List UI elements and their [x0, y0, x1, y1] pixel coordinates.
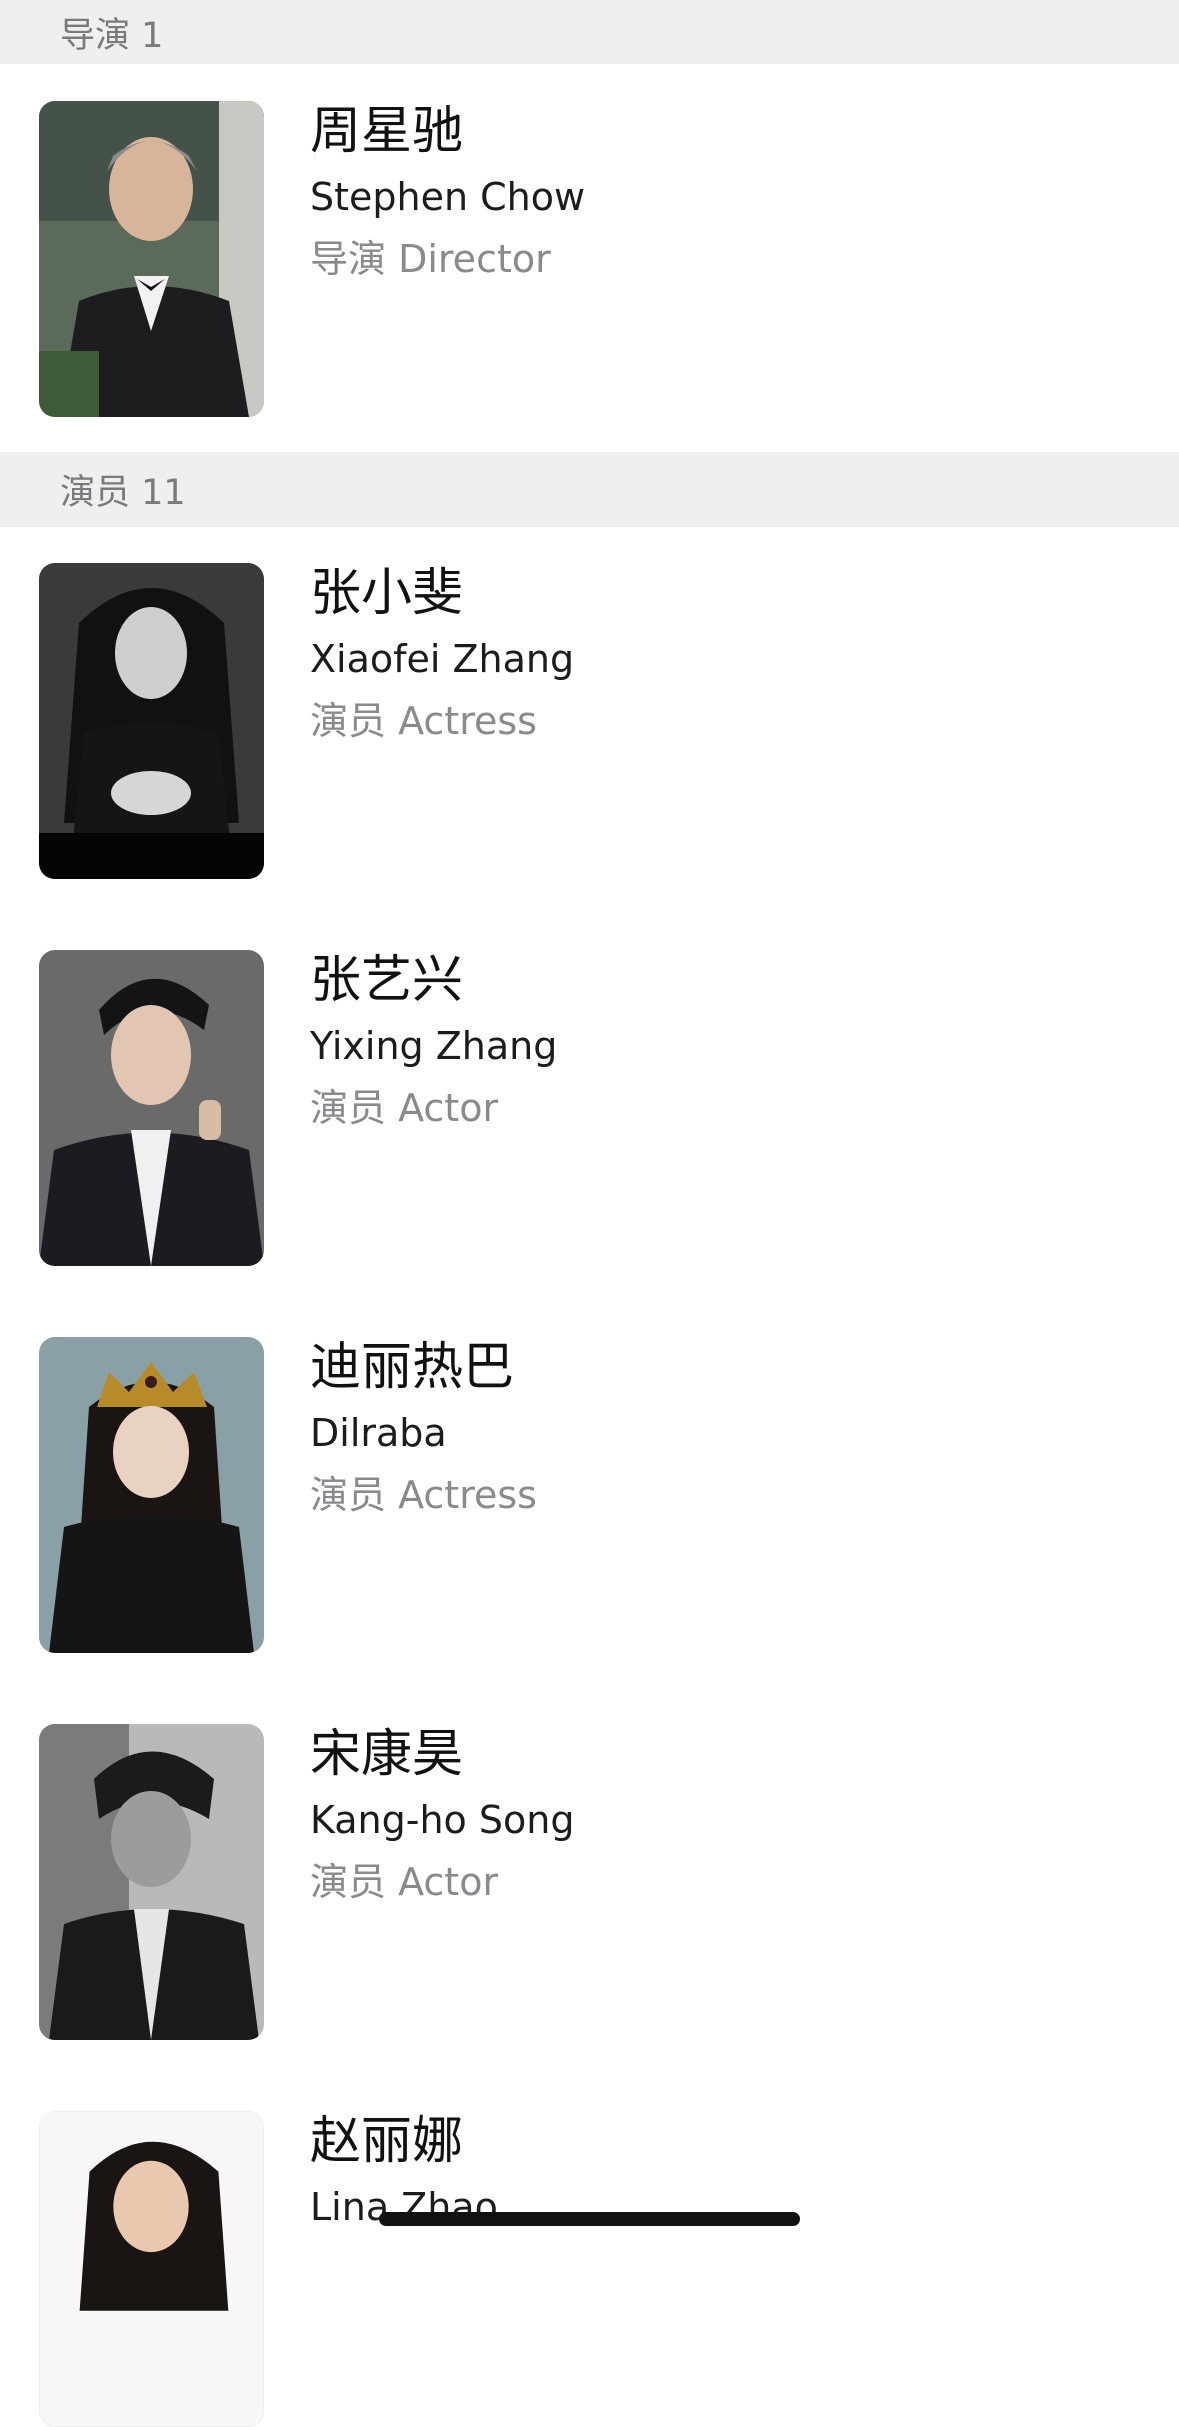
- section-header-label: 演员 11: [60, 473, 186, 513]
- person-role: 演员 Actress: [310, 1473, 537, 1517]
- cast-list-item[interactable]: 张艺兴 Yixing Zhang 演员 Actor: [0, 950, 1179, 1266]
- person-name-cn: 张小斐: [310, 564, 464, 623]
- person-photo: [39, 563, 264, 879]
- cast-list-item[interactable]: 宋康昊 Kang-ho Song 演员 Actor: [0, 1724, 1179, 2040]
- cast-list-item[interactable]: 迪丽热巴 Dilraba 演员 Actress: [0, 1337, 1179, 1653]
- person-name-en: Stephen Chow: [310, 175, 586, 219]
- person-name-cn: 赵丽娜: [310, 2112, 464, 2171]
- person-name-en: Xiaofei Zhang: [310, 637, 575, 681]
- person-name-cn: 迪丽热巴: [310, 1338, 515, 1397]
- person-name-cn: 宋康昊: [310, 1725, 464, 1784]
- home-indicator[interactable]: [379, 2212, 800, 2226]
- person-name-en: Kang-ho Song: [310, 1798, 575, 1842]
- person-name-en: Yixing Zhang: [310, 1024, 558, 1068]
- person-photo: [39, 1337, 264, 1653]
- person-photo: [39, 950, 264, 1266]
- person-name-cn: 周星驰: [310, 102, 464, 161]
- person-name-cn: 张艺兴: [310, 951, 464, 1010]
- section-header-label: 导演 1: [60, 15, 164, 56]
- section-header-cast: 演员 11: [0, 452, 1179, 527]
- cast-list-item[interactable]: 张小斐 Xiaofei Zhang 演员 Actress: [0, 563, 1179, 879]
- person-role: 演员 Actress: [310, 699, 537, 743]
- person-photo: [39, 101, 264, 417]
- person-role: 演员 Actor: [310, 1086, 499, 1130]
- person-role: 导演 Director: [310, 237, 551, 281]
- person-name-en: Dilraba: [310, 1411, 447, 1455]
- cast-list-item[interactable]: 赵丽娜 Lina Zhao: [0, 2111, 1179, 2427]
- cast-list-item[interactable]: 周星驰 Stephen Chow 导演 Director: [0, 101, 1179, 417]
- person-role: 演员 Actor: [310, 1860, 499, 1904]
- section-header-directors: 导演 1: [0, 0, 1179, 64]
- person-photo: [39, 2111, 264, 2427]
- person-photo: [39, 1724, 264, 2040]
